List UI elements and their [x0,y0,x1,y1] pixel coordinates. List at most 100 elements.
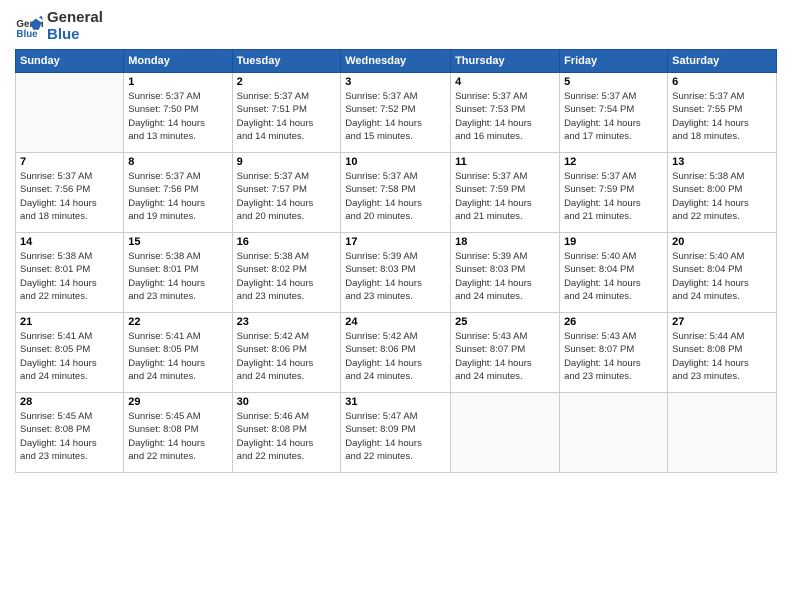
calendar-cell: 3 Sunrise: 5:37 AM Sunset: 7:52 PM Daylig… [341,73,451,153]
day-info: Sunrise: 5:38 AM Sunset: 8:02 PM Dayligh… [237,250,337,303]
day-info: Sunrise: 5:46 AM Sunset: 8:08 PM Dayligh… [237,410,337,463]
calendar-header: SundayMondayTuesdayWednesdayThursdayFrid… [16,50,777,73]
day-header-tuesday: Tuesday [232,50,341,73]
day-info: Sunrise: 5:38 AM Sunset: 8:01 PM Dayligh… [128,250,227,303]
day-info: Sunrise: 5:43 AM Sunset: 8:07 PM Dayligh… [455,330,555,383]
svg-text:Blue: Blue [16,28,38,39]
calendar-cell: 11 Sunrise: 5:37 AM Sunset: 7:59 PM Dayli… [451,153,560,233]
day-info: Sunrise: 5:38 AM Sunset: 8:00 PM Dayligh… [672,170,772,223]
day-number: 19 [564,236,663,248]
day-info: Sunrise: 5:37 AM Sunset: 7:59 PM Dayligh… [455,170,555,223]
page-container: General Blue General Blue SundayMondayTu… [0,0,792,483]
day-number: 23 [237,316,337,328]
calendar-cell: 10Sunrise: 5:37 AM Sunset: 7:58 PM Dayli… [341,153,451,233]
calendar-cell: 1 Sunrise: 5:37 AM Sunset: 7:50 PM Daylig… [124,73,232,153]
header-row: General Blue General Blue [15,10,777,43]
day-info: Sunrise: 5:37 AM Sunset: 7:56 PM Dayligh… [128,170,227,223]
day-info: Sunrise: 5:45 AM Sunset: 8:08 PM Dayligh… [128,410,227,463]
calendar-cell: 29 Sunrise: 5:45 AM Sunset: 8:08 PM Dayli… [124,393,232,473]
day-info: Sunrise: 5:37 AM Sunset: 7:53 PM Dayligh… [455,90,555,143]
day-info: Sunrise: 5:45 AM Sunset: 8:08 PM Dayligh… [20,410,119,463]
calendar-week-row: 28Sunrise: 5:45 AM Sunset: 8:08 PM Dayli… [16,393,777,473]
calendar-cell: 8 Sunrise: 5:37 AM Sunset: 7:56 PM Daylig… [124,153,232,233]
day-number: 18 [455,236,555,248]
day-number: 25 [455,316,555,328]
day-number: 10 [345,156,446,168]
day-info: Sunrise: 5:37 AM Sunset: 7:52 PM Dayligh… [345,90,446,143]
day-header-friday: Friday [560,50,668,73]
calendar-cell: 20Sunrise: 5:40 AM Sunset: 8:04 PM Dayli… [668,233,777,313]
day-number: 7 [20,156,119,168]
day-info: Sunrise: 5:40 AM Sunset: 8:04 PM Dayligh… [564,250,663,303]
calendar-cell: 13 Sunrise: 5:38 AM Sunset: 8:00 PM Dayli… [668,153,777,233]
day-number: 31 [345,396,446,408]
day-number: 1 [128,76,227,88]
day-number: 29 [128,396,227,408]
calendar-week-row: 1 Sunrise: 5:37 AM Sunset: 7:50 PM Daylig… [16,73,777,153]
day-info: Sunrise: 5:42 AM Sunset: 8:06 PM Dayligh… [345,330,446,383]
calendar-cell: 22 Sunrise: 5:41 AM Sunset: 8:05 PM Dayli… [124,313,232,393]
calendar-week-row: 7 Sunrise: 5:37 AM Sunset: 7:56 PM Daylig… [16,153,777,233]
calendar-cell: 25 Sunrise: 5:43 AM Sunset: 8:07 PM Dayli… [451,313,560,393]
logo-text-general: General [47,10,103,27]
calendar-cell: 4 Sunrise: 5:37 AM Sunset: 7:53 PM Daylig… [451,73,560,153]
day-number: 12 [564,156,663,168]
day-number: 5 [564,76,663,88]
day-info: Sunrise: 5:37 AM Sunset: 7:57 PM Dayligh… [237,170,337,223]
day-info: Sunrise: 5:47 AM Sunset: 8:09 PM Dayligh… [345,410,446,463]
day-info: Sunrise: 5:37 AM Sunset: 7:51 PM Dayligh… [237,90,337,143]
calendar-week-row: 14 Sunrise: 5:38 AM Sunset: 8:01 PM Dayli… [16,233,777,313]
day-number: 21 [20,316,119,328]
day-info: Sunrise: 5:37 AM Sunset: 7:50 PM Dayligh… [128,90,227,143]
day-info: Sunrise: 5:37 AM Sunset: 7:56 PM Dayligh… [20,170,119,223]
calendar-week-row: 21 Sunrise: 5:41 AM Sunset: 8:05 PM Dayli… [16,313,777,393]
calendar-cell: 21Sunrise: 5:41 AM Sunset: 8:05 PM Dayli… [16,313,124,393]
day-info: Sunrise: 5:42 AM Sunset: 8:06 PM Dayligh… [237,330,337,383]
day-number: 6 [672,76,772,88]
logo: General Blue General Blue [15,10,103,43]
day-info: Sunrise: 5:41 AM Sunset: 8:05 PM Dayligh… [128,330,227,383]
day-number: 15 [128,236,227,248]
calendar-cell: 18 Sunrise: 5:39 AM Sunset: 8:03 PM Dayli… [451,233,560,313]
calendar-cell: 24 Sunrise: 5:42 AM Sunset: 8:06 PM Dayli… [341,313,451,393]
day-number: 3 [345,76,446,88]
calendar-cell: 5 Sunrise: 5:37 AM Sunset: 7:54 PM Daylig… [560,73,668,153]
day-info: Sunrise: 5:37 AM Sunset: 7:54 PM Dayligh… [564,90,663,143]
calendar-cell: 30 Sunrise: 5:46 AM Sunset: 8:08 PM Dayli… [232,393,341,473]
day-info: Sunrise: 5:38 AM Sunset: 8:01 PM Dayligh… [20,250,119,303]
day-number: 11 [455,156,555,168]
day-header-monday: Monday [124,50,232,73]
day-number: 17 [345,236,446,248]
calendar-cell: 9Sunrise: 5:37 AM Sunset: 7:57 PM Daylig… [232,153,341,233]
day-number: 4 [455,76,555,88]
calendar-cell: 12Sunrise: 5:37 AM Sunset: 7:59 PM Dayli… [560,153,668,233]
day-number: 8 [128,156,227,168]
day-number: 26 [564,316,663,328]
logo-icon: General Blue [15,13,43,41]
calendar-body: 1 Sunrise: 5:37 AM Sunset: 7:50 PM Daylig… [16,73,777,473]
day-number: 13 [672,156,772,168]
day-info: Sunrise: 5:44 AM Sunset: 8:08 PM Dayligh… [672,330,772,383]
calendar-cell: 31 Sunrise: 5:47 AM Sunset: 8:09 PM Dayli… [341,393,451,473]
calendar-cell: 2Sunrise: 5:37 AM Sunset: 7:51 PM Daylig… [232,73,341,153]
calendar-cell: 26 Sunrise: 5:43 AM Sunset: 8:07 PM Dayli… [560,313,668,393]
day-info: Sunrise: 5:43 AM Sunset: 8:07 PM Dayligh… [564,330,663,383]
calendar-cell: 28Sunrise: 5:45 AM Sunset: 8:08 PM Dayli… [16,393,124,473]
calendar-cell [16,73,124,153]
day-header-sunday: Sunday [16,50,124,73]
day-info: Sunrise: 5:39 AM Sunset: 8:03 PM Dayligh… [345,250,446,303]
logo-text-blue: Blue [47,27,103,44]
day-number: 22 [128,316,227,328]
day-number: 24 [345,316,446,328]
day-number: 27 [672,316,772,328]
calendar-cell: 16Sunrise: 5:38 AM Sunset: 8:02 PM Dayli… [232,233,341,313]
day-number: 30 [237,396,337,408]
day-number: 14 [20,236,119,248]
calendar-cell: 17 Sunrise: 5:39 AM Sunset: 8:03 PM Dayli… [341,233,451,313]
calendar-table: SundayMondayTuesdayWednesdayThursdayFrid… [15,49,777,473]
day-info: Sunrise: 5:39 AM Sunset: 8:03 PM Dayligh… [455,250,555,303]
calendar-cell [560,393,668,473]
day-header-thursday: Thursday [451,50,560,73]
day-info: Sunrise: 5:40 AM Sunset: 8:04 PM Dayligh… [672,250,772,303]
calendar-cell [451,393,560,473]
